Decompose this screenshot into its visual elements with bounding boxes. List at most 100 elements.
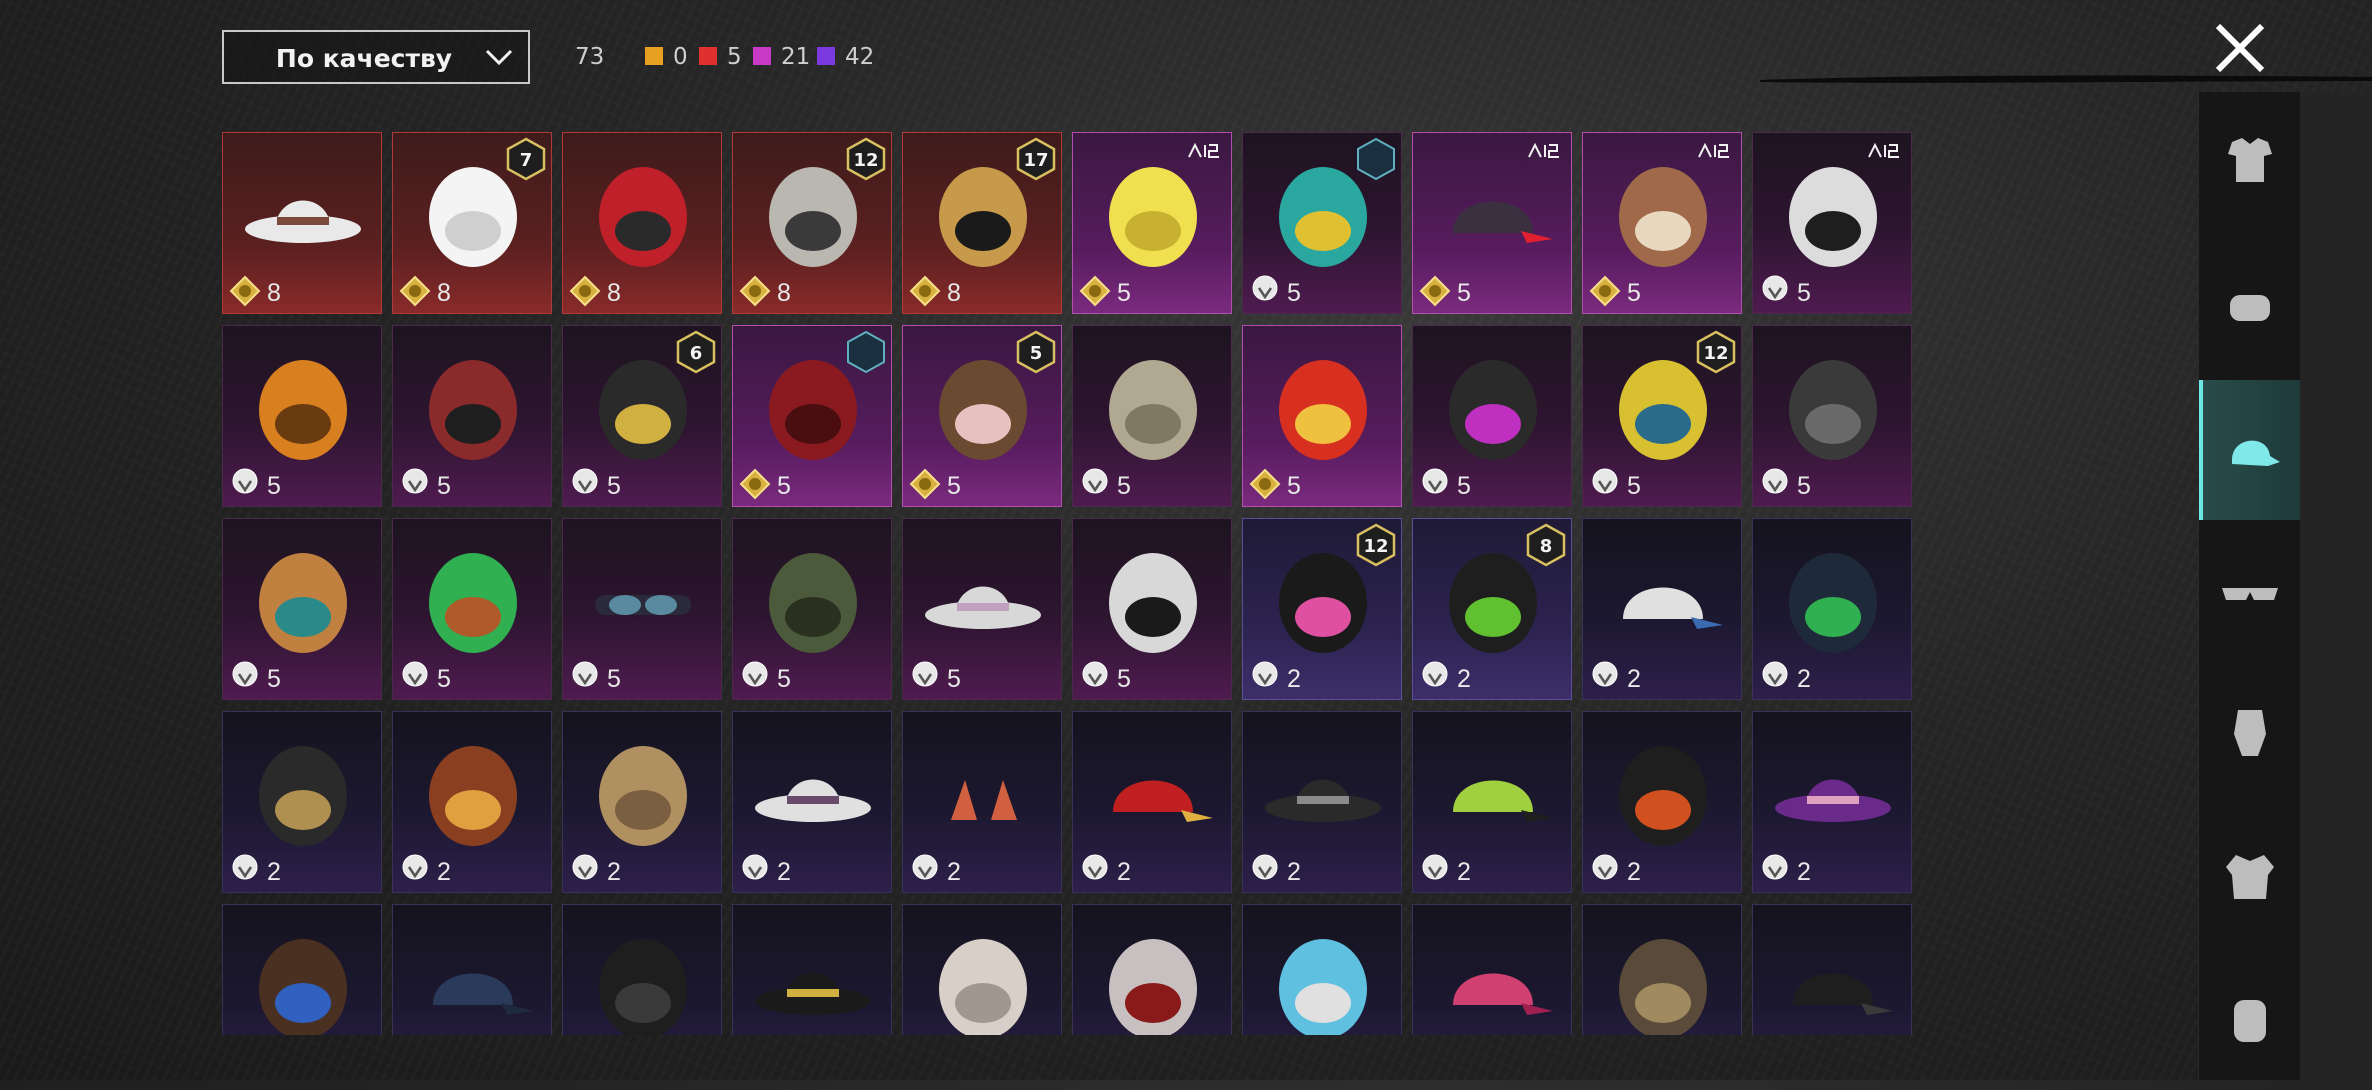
cowboy-hat-icon <box>245 200 361 243</box>
item-tile[interactable]: 65 <box>562 325 722 507</box>
silver-token-icon <box>1252 275 1278 301</box>
sun-hat-icon <box>755 779 871 822</box>
item-tile[interactable]: 2 <box>1752 518 1912 700</box>
gold-token-icon <box>1589 275 1621 307</box>
item-tile[interactable]: 5 <box>732 518 892 700</box>
cap-icon <box>2232 440 2280 466</box>
item-value: 5 <box>1117 472 1131 500</box>
event-logo-icon <box>1357 137 1395 181</box>
item-tile[interactable]: 5 <box>222 325 382 507</box>
item-tile[interactable]: 5 <box>1752 325 1912 507</box>
gold-token-icon <box>399 275 431 307</box>
item-tile[interactable]: 5 <box>562 518 722 700</box>
headwear-detail <box>1465 597 1521 637</box>
ear-left <box>951 780 977 820</box>
cap-visor <box>501 1003 533 1015</box>
item-tile[interactable] <box>1412 904 1572 1035</box>
gold-token-icon <box>1249 468 1281 500</box>
gold-token-icon <box>569 275 601 307</box>
headwear-detail <box>445 404 501 444</box>
item-tile[interactable]: 5 <box>1412 325 1572 507</box>
item-tile[interactable]: 17 8 <box>902 132 1062 314</box>
gold-token-icon <box>909 275 941 307</box>
dreadlocks-icon <box>1619 746 1707 846</box>
witch-hat-icon <box>1265 779 1381 822</box>
item-tile[interactable]: 8 <box>222 132 382 314</box>
category-tab-face[interactable] <box>2199 664 2301 804</box>
close-icon[interactable] <box>2210 18 2270 78</box>
level-badge-text: 12 <box>853 150 878 171</box>
silver-token-icon <box>1762 468 1788 494</box>
level-badge-icon: 17 <box>1016 137 1056 181</box>
item-tile[interactable] <box>1242 904 1402 1035</box>
category-tab-cap[interactable] <box>2199 380 2301 520</box>
category-tab-fist[interactable] <box>2199 237 2301 377</box>
item-tile[interactable]: 2 <box>1752 711 1912 893</box>
item-tile[interactable]: 5 <box>392 325 552 507</box>
item-tile[interactable]: 5 <box>222 518 382 700</box>
hat-band <box>787 796 839 804</box>
item-tile[interactable]: 5 <box>1582 132 1742 314</box>
item-value: 8 <box>437 279 451 307</box>
green-cap-icon <box>1453 780 1553 822</box>
item-tile[interactable] <box>902 904 1062 1035</box>
item-tile[interactable]: 2 <box>222 711 382 893</box>
silver-token-icon <box>1762 275 1788 301</box>
item-tile[interactable] <box>732 904 892 1035</box>
item-tile[interactable]: 8 <box>562 132 722 314</box>
item-tile[interactable]: 5 <box>1072 518 1232 700</box>
silver-token-icon <box>402 468 428 494</box>
hat-band <box>1807 796 1859 804</box>
magenta-square-icon <box>753 47 771 65</box>
category-tab-backpack[interactable] <box>2199 950 2301 1090</box>
item-tile[interactable]: 5 <box>1072 132 1232 314</box>
silver-token-icon <box>572 661 598 687</box>
item-tile[interactable]: 5 <box>902 518 1062 700</box>
item-tile[interactable]: 5 <box>1752 132 1912 314</box>
item-tile[interactable] <box>1072 904 1232 1035</box>
item-tile[interactable]: 5 <box>1242 325 1402 507</box>
event-logo-icon <box>1698 142 1729 158</box>
category-tab-jacket[interactable] <box>2199 807 2301 947</box>
item-tile[interactable] <box>1752 904 1912 1035</box>
red-cap-icon <box>1113 780 1213 822</box>
item-tile[interactable]: 2 <box>732 711 892 893</box>
item-tile[interactable]: 2 <box>562 711 722 893</box>
item-tile[interactable] <box>392 904 552 1035</box>
item-tile[interactable]: 2 <box>1582 711 1742 893</box>
item-tile[interactable]: 5 <box>732 325 892 507</box>
item-value: 5 <box>947 665 961 693</box>
item-tile[interactable]: 2 <box>392 711 552 893</box>
category-tab-outfit[interactable] <box>2199 92 2301 232</box>
item-value: 2 <box>1797 665 1811 693</box>
sort-dropdown[interactable]: По качеству <box>222 30 530 84</box>
item-tile[interactable]: 5 <box>1412 132 1572 314</box>
item-tile[interactable]: 82 <box>1412 518 1572 700</box>
item-tile[interactable]: 5 <box>392 518 552 700</box>
navy-cap-icon <box>433 973 533 1015</box>
item-tile[interactable]: 2 <box>902 711 1062 893</box>
item-tile[interactable]: 2 <box>1412 711 1572 893</box>
headwear-detail <box>955 404 1011 444</box>
ear-right <box>991 780 1017 820</box>
item-tile[interactable]: 2 <box>1582 518 1742 700</box>
item-tile[interactable]: 12 5 <box>1582 325 1742 507</box>
item-tile[interactable] <box>222 904 382 1035</box>
silver-token-icon <box>572 468 598 494</box>
category-tab-glasses[interactable] <box>2199 522 2301 662</box>
item-tile[interactable]: 2 <box>1242 711 1402 893</box>
level-badge-text: 6 <box>690 343 703 364</box>
item-tile[interactable]: 55 <box>902 325 1062 507</box>
item-value: 5 <box>1457 472 1471 500</box>
item-tile[interactable]: 2 <box>1072 711 1232 893</box>
item-tile[interactable]: 5 <box>1072 325 1232 507</box>
chevron-down-icon <box>485 49 513 66</box>
item-tile[interactable]: 12 2 <box>1242 518 1402 700</box>
item-tile[interactable]: 5 <box>1242 132 1402 314</box>
item-tile[interactable] <box>1582 904 1742 1035</box>
item-tile[interactable]: 78 <box>392 132 552 314</box>
gas-helmet-icon <box>1789 553 1877 653</box>
item-tile[interactable]: 12 8 <box>732 132 892 314</box>
item-value: 5 <box>1797 472 1811 500</box>
item-tile[interactable] <box>562 904 722 1035</box>
